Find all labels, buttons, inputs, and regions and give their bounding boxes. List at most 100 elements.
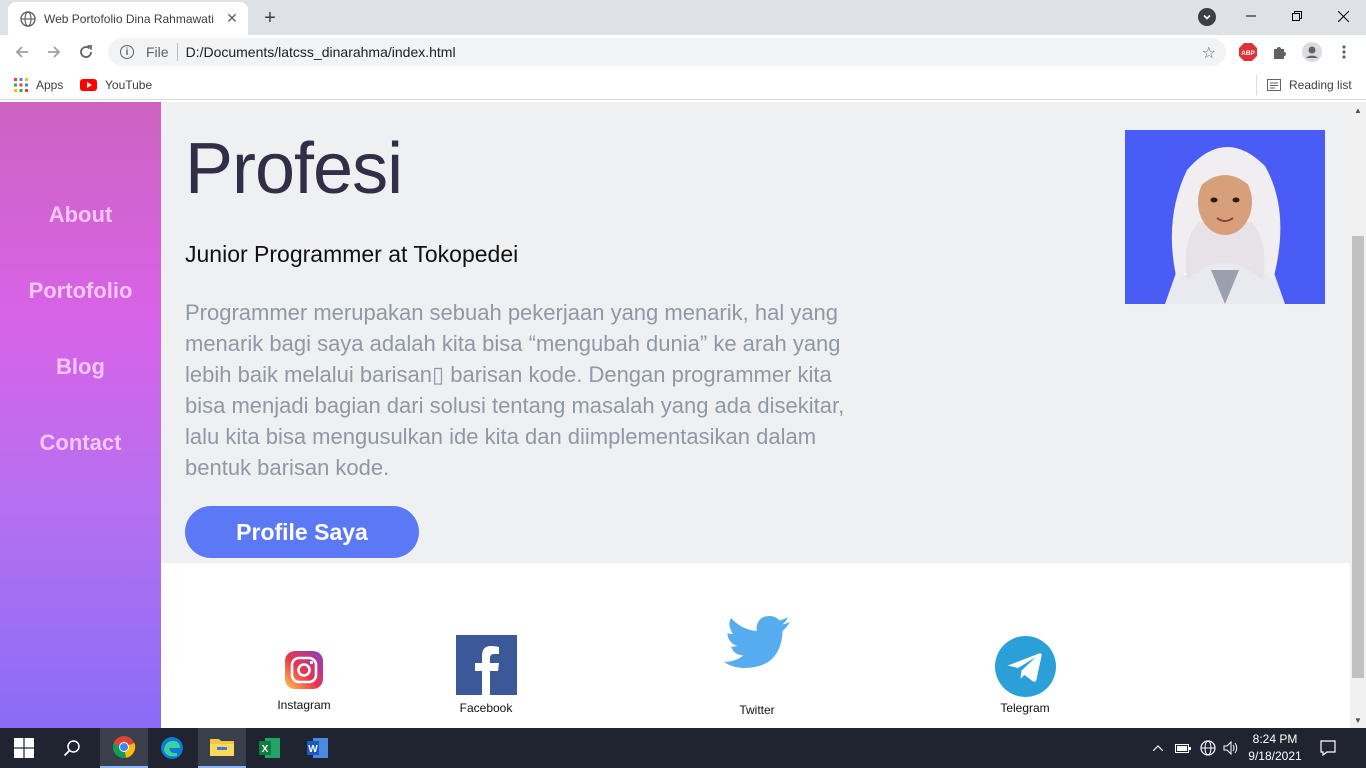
twitter-icon: [724, 616, 790, 668]
forward-button[interactable]: [42, 40, 66, 64]
restore-icon: [1292, 11, 1302, 21]
tab-strip: Web Portofolio Dina Rahmawati ✕ +: [0, 0, 1366, 35]
taskbar-excel[interactable]: X: [246, 728, 294, 768]
telegram-label: Telegram: [1000, 701, 1050, 715]
address-url[interactable]: D:/Documents/latcss_dinarahma/index.html: [186, 44, 456, 60]
bookmark-apps[interactable]: Apps: [14, 75, 63, 95]
nav-link-blog[interactable]: Blog: [0, 354, 161, 380]
adblock-extension-button[interactable]: ABP: [1237, 41, 1259, 63]
new-tab-button[interactable]: +: [258, 6, 282, 30]
account-icon: [1302, 42, 1322, 62]
taskbar-chrome[interactable]: [100, 728, 148, 768]
bookmark-youtube-label: YouTube: [105, 78, 153, 92]
speaker-icon: [1223, 741, 1238, 755]
facebook-icon: [455, 635, 517, 695]
address-separator: [176, 43, 178, 61]
action-center-button[interactable]: [1312, 728, 1344, 768]
profile-button[interactable]: Profile Saya: [185, 506, 419, 558]
close-icon: [1337, 10, 1349, 22]
hero-section: Profesi Junior Programmer at Tokopedei P…: [161, 102, 1350, 563]
youtube-icon: [80, 79, 97, 91]
profile-photo: [1125, 130, 1325, 304]
back-button[interactable]: [10, 40, 34, 64]
scroll-down-icon[interactable]: ▼: [1350, 712, 1366, 728]
bookmark-apps-label: Apps: [36, 78, 64, 92]
apps-grid-icon: [14, 78, 28, 92]
telegram-icon: [994, 636, 1056, 697]
start-button[interactable]: [0, 728, 48, 768]
social-media-section: Instagram Facebook Twitter Telegram: [161, 563, 1350, 728]
bookmark-star-icon[interactable]: ☆: [1202, 43, 1216, 63]
chrome-icon: [112, 736, 136, 758]
nav-link-portofolio[interactable]: Portofolio: [0, 278, 161, 304]
description-text: Programmer merupakan sebuah pekerjaan ya…: [185, 300, 845, 480]
telegram-link[interactable]: Telegram: [985, 636, 1065, 715]
bookmark-youtube[interactable]: YouTube: [80, 75, 152, 95]
excel-icon: X: [259, 738, 280, 758]
reading-list-label: Reading list: [1289, 78, 1352, 92]
restore-button[interactable]: [1274, 0, 1320, 32]
globe-network-icon: [1200, 740, 1216, 756]
volume-indicator[interactable]: [1221, 728, 1241, 768]
chevron-up-icon: [1153, 745, 1163, 751]
adblock-icon: ABP: [1239, 43, 1257, 61]
facebook-label: Facebook: [459, 701, 513, 715]
twitter-label: Twitter: [739, 703, 775, 717]
globe-icon: [20, 10, 36, 27]
arrow-left-icon: [15, 46, 28, 58]
search-icon: [63, 740, 80, 757]
tab-search-button[interactable]: [1198, 8, 1216, 26]
clock-time: 8:24 PM: [1252, 732, 1298, 746]
folder-icon: [210, 739, 234, 756]
reload-button[interactable]: [74, 40, 98, 64]
page-title: Profesi: [185, 129, 403, 209]
sidebar: About Portofolio Blog Contact: [0, 102, 161, 728]
profile-button[interactable]: [1301, 41, 1323, 63]
reading-list-button[interactable]: Reading list: [1256, 75, 1352, 95]
info-icon[interactable]: i: [120, 45, 134, 59]
bookmarks-bar: Apps YouTube Reading list: [0, 69, 1366, 100]
taskbar: X W 8:24 PM 9/18/2021: [0, 728, 1366, 768]
close-tab-icon[interactable]: ✕: [224, 10, 240, 27]
instagram-label: Instagram: [277, 698, 331, 712]
page-scrollbar[interactable]: ▲ ▼: [1350, 102, 1366, 728]
nav-link-about[interactable]: About: [0, 202, 161, 228]
notification-icon: [1320, 740, 1336, 756]
tab-title: Web Portofolio Dina Rahmawati: [44, 11, 214, 26]
page-viewport: About Portofolio Blog Contact Profesi Ju…: [0, 102, 1366, 728]
facebook-link[interactable]: Facebook: [446, 635, 526, 715]
profile-photo-image: [1125, 130, 1325, 304]
battery-icon: [1175, 743, 1191, 753]
instagram-link[interactable]: Instagram: [270, 651, 338, 712]
nav-link-contact[interactable]: Contact: [0, 430, 161, 456]
clock-date: 9/18/2021: [1248, 749, 1302, 763]
minimize-button[interactable]: [1228, 0, 1274, 32]
instagram-icon: [285, 651, 323, 689]
scrollbar-thumb[interactable]: [1352, 236, 1364, 678]
battery-indicator[interactable]: [1173, 728, 1193, 768]
arrow-right-icon: [48, 46, 61, 58]
reading-list-icon: [1267, 79, 1281, 91]
search-button[interactable]: [48, 728, 96, 768]
menu-button[interactable]: [1333, 41, 1355, 63]
taskbar-edge[interactable]: [148, 728, 196, 768]
svg-text:X: X: [262, 744, 269, 755]
job-title: Junior Programmer at Tokopedei: [185, 241, 519, 267]
address-protocol: File: [146, 44, 169, 60]
show-hidden-icons-button[interactable]: [1150, 728, 1166, 768]
twitter-link[interactable]: Twitter: [717, 615, 797, 717]
minimize-icon: [1246, 15, 1256, 17]
browser-toolbar: i File D:/Documents/latcss_dinarahma/ind…: [0, 35, 1366, 69]
system-clock[interactable]: 8:24 PM 9/18/2021: [1244, 731, 1306, 765]
browser-tab[interactable]: Web Portofolio Dina Rahmawati ✕: [8, 2, 248, 35]
edge-icon: [161, 737, 183, 759]
extensions-button[interactable]: [1269, 41, 1291, 63]
scroll-up-icon[interactable]: ▲: [1350, 102, 1366, 118]
close-window-button[interactable]: [1320, 0, 1366, 32]
taskbar-word[interactable]: W: [294, 728, 342, 768]
kebab-menu-icon: [1342, 45, 1346, 59]
network-indicator[interactable]: [1198, 728, 1218, 768]
taskbar-file-explorer[interactable]: [198, 728, 246, 768]
svg-text:ABP: ABP: [1241, 50, 1255, 57]
address-bar[interactable]: i File D:/Documents/latcss_dinarahma/ind…: [108, 38, 1226, 66]
